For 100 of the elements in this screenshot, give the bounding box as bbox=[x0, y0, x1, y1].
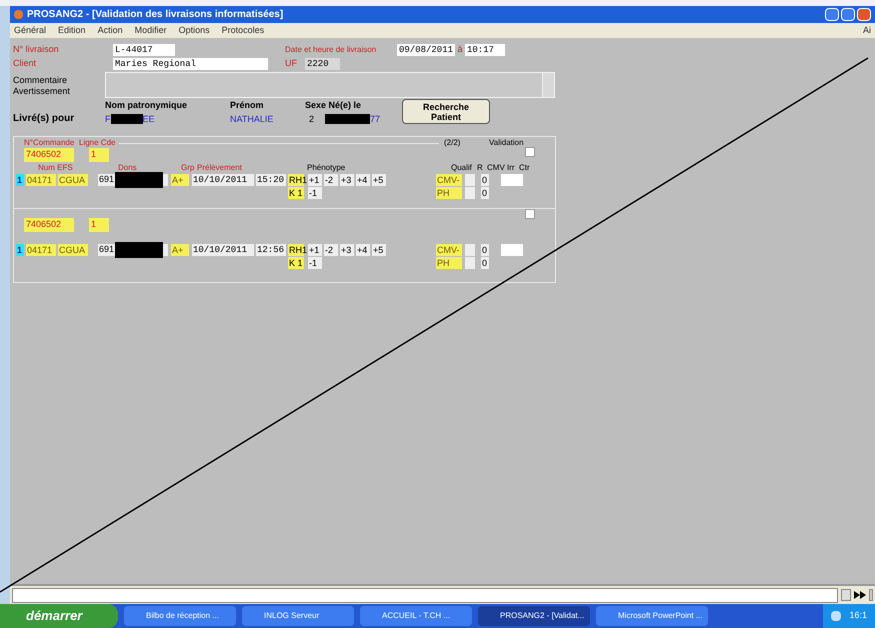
input-field[interactable] bbox=[501, 174, 523, 186]
minimize-button[interactable] bbox=[825, 8, 839, 21]
qualification-field[interactable]: CMV- bbox=[436, 174, 462, 186]
page-counter: (2/2) bbox=[444, 137, 462, 149]
input-field[interactable] bbox=[465, 257, 475, 269]
phenotype-field[interactable]: +5 bbox=[372, 174, 386, 186]
order-field[interactable]: 1 bbox=[89, 218, 109, 232]
order-field[interactable]: 1 bbox=[89, 148, 109, 162]
phenotype-field[interactable]: +1 bbox=[308, 174, 322, 186]
phenotype-field[interactable]: +1 bbox=[308, 244, 322, 256]
qualification-field[interactable]: CMV- bbox=[436, 244, 462, 256]
field-label: UF bbox=[285, 57, 298, 70]
clock: 16:1 bbox=[849, 609, 867, 622]
phenotype-field[interactable]: +3 bbox=[340, 174, 354, 186]
field-label: Client bbox=[13, 57, 38, 70]
product-field[interactable]: 10/10/2011 bbox=[192, 174, 254, 186]
taskbar-button[interactable]: Microsoft PowerPoint ... bbox=[596, 606, 708, 626]
menu-item[interactable]: Ai bbox=[862, 24, 871, 38]
column-header: Nom patronymique bbox=[105, 99, 188, 112]
start-button[interactable]: démarrer bbox=[0, 604, 118, 628]
line-index[interactable]: 1 bbox=[16, 244, 24, 256]
phenotype-field[interactable]: +4 bbox=[356, 244, 370, 256]
product-field[interactable]: 04171 bbox=[26, 174, 56, 186]
patient-value: 2 bbox=[308, 112, 316, 126]
product-field[interactable]: CGUA bbox=[58, 244, 88, 256]
count-field[interactable]: 0 bbox=[481, 257, 489, 269]
fast-forward-icon[interactable] bbox=[854, 591, 866, 599]
menu-item[interactable]: Options bbox=[178, 24, 210, 38]
line-index[interactable]: 1 bbox=[16, 174, 24, 186]
count-field[interactable]: 0 bbox=[481, 174, 489, 186]
qualification-field[interactable]: PH bbox=[436, 257, 462, 269]
input-field[interactable] bbox=[465, 174, 475, 186]
column-header: Sexe Né(e) le bbox=[305, 99, 362, 112]
close-button[interactable] bbox=[857, 8, 871, 21]
phenotype-field[interactable]: -1 bbox=[308, 257, 322, 269]
validation-checkbox[interactable] bbox=[525, 147, 535, 157]
restore-button[interactable] bbox=[841, 8, 855, 21]
qualification-field[interactable]: PH bbox=[436, 187, 462, 199]
patient-value: EE bbox=[142, 112, 155, 126]
input-field[interactable]: L-44017 bbox=[113, 44, 175, 56]
field-label: à bbox=[456, 43, 464, 56]
count-field[interactable]: 0 bbox=[481, 187, 489, 199]
search-patient-button[interactable]: Recherche Patient bbox=[402, 99, 490, 124]
product-field[interactable]: 12:56 bbox=[256, 244, 286, 256]
phenotype-field[interactable]: -2 bbox=[324, 244, 338, 256]
phenotype-field[interactable]: RH1 bbox=[288, 174, 304, 186]
patient-value: NATHALIE bbox=[230, 112, 274, 126]
product-field[interactable]: 04171 bbox=[26, 244, 56, 256]
validation-checkbox[interactable] bbox=[525, 209, 535, 219]
input-field[interactable] bbox=[501, 244, 523, 256]
input-field[interactable] bbox=[465, 244, 475, 256]
field-label: Commentaire bbox=[13, 75, 68, 86]
product-field[interactable]: CGUA bbox=[58, 174, 88, 186]
column-header: Prénom bbox=[230, 99, 265, 112]
taskbar-button[interactable]: INLOG Serveur bbox=[242, 606, 354, 626]
phenotype-field[interactable]: K 1 bbox=[288, 257, 304, 269]
column-header: Dons bbox=[118, 162, 138, 174]
patient-value: 77 bbox=[370, 112, 380, 126]
input-field[interactable]: 09/08/2011 bbox=[397, 44, 455, 56]
redaction-bar bbox=[115, 172, 164, 188]
menu-item[interactable]: Modifier bbox=[134, 24, 167, 38]
comment-field[interactable] bbox=[105, 72, 555, 98]
order-field[interactable]: 7406502 bbox=[24, 148, 74, 162]
count-field[interactable]: 0 bbox=[481, 244, 489, 256]
menu-item[interactable]: Edition bbox=[58, 24, 86, 38]
scrollbar bbox=[869, 589, 873, 601]
phenotype-field[interactable]: +5 bbox=[372, 244, 386, 256]
menu-item[interactable]: Protocoles bbox=[222, 24, 264, 38]
order-field[interactable]: 7406502 bbox=[24, 218, 74, 232]
product-field[interactable]: 15:20 bbox=[256, 174, 286, 186]
column-header: Irr bbox=[507, 162, 516, 174]
phenotype-field[interactable]: -2 bbox=[324, 174, 338, 186]
field-label: Avertissement bbox=[13, 86, 71, 97]
phenotype-field[interactable]: -1 bbox=[308, 187, 322, 199]
product-field[interactable]: A+ bbox=[171, 244, 189, 256]
input-field[interactable] bbox=[12, 588, 838, 602]
taskbar-button[interactable]: ACCUEIL - T.CH ... bbox=[360, 606, 472, 626]
redaction-bar bbox=[325, 114, 370, 124]
phenotype-field[interactable]: +4 bbox=[356, 174, 370, 186]
column-header: Num EFS bbox=[38, 162, 74, 174]
window-title: PROSANG2 - [Validation des livraisons informatisées] bbox=[27, 8, 284, 22]
phenotype-field[interactable]: +3 bbox=[340, 244, 354, 256]
product-field[interactable]: A+ bbox=[171, 174, 189, 186]
scrollbar[interactable] bbox=[542, 73, 554, 97]
input-field[interactable]: 10:17 bbox=[465, 44, 505, 56]
phenotype-field[interactable]: RH1 bbox=[288, 244, 304, 256]
column-header: CMV bbox=[487, 162, 506, 174]
menu-item[interactable]: Général bbox=[14, 24, 46, 38]
taskbar-button[interactable]: Bilbo de réception ... bbox=[124, 606, 236, 626]
phenotype-field[interactable]: K 1 bbox=[288, 187, 304, 199]
column-header: Ctr bbox=[519, 162, 530, 174]
field-label: N° livraison bbox=[13, 43, 60, 56]
column-header: Ligne Cde bbox=[79, 137, 116, 149]
taskbar-button[interactable]: PROSANG2 - [Validat... bbox=[478, 606, 590, 626]
input-field[interactable]: 2220 bbox=[305, 58, 340, 70]
product-field[interactable]: 10/10/2011 bbox=[192, 244, 254, 256]
menu-item[interactable]: Action bbox=[98, 24, 123, 38]
input-field[interactable] bbox=[465, 187, 475, 199]
input-field[interactable]: Maries Regional bbox=[113, 58, 268, 70]
redaction-bar bbox=[115, 242, 164, 258]
